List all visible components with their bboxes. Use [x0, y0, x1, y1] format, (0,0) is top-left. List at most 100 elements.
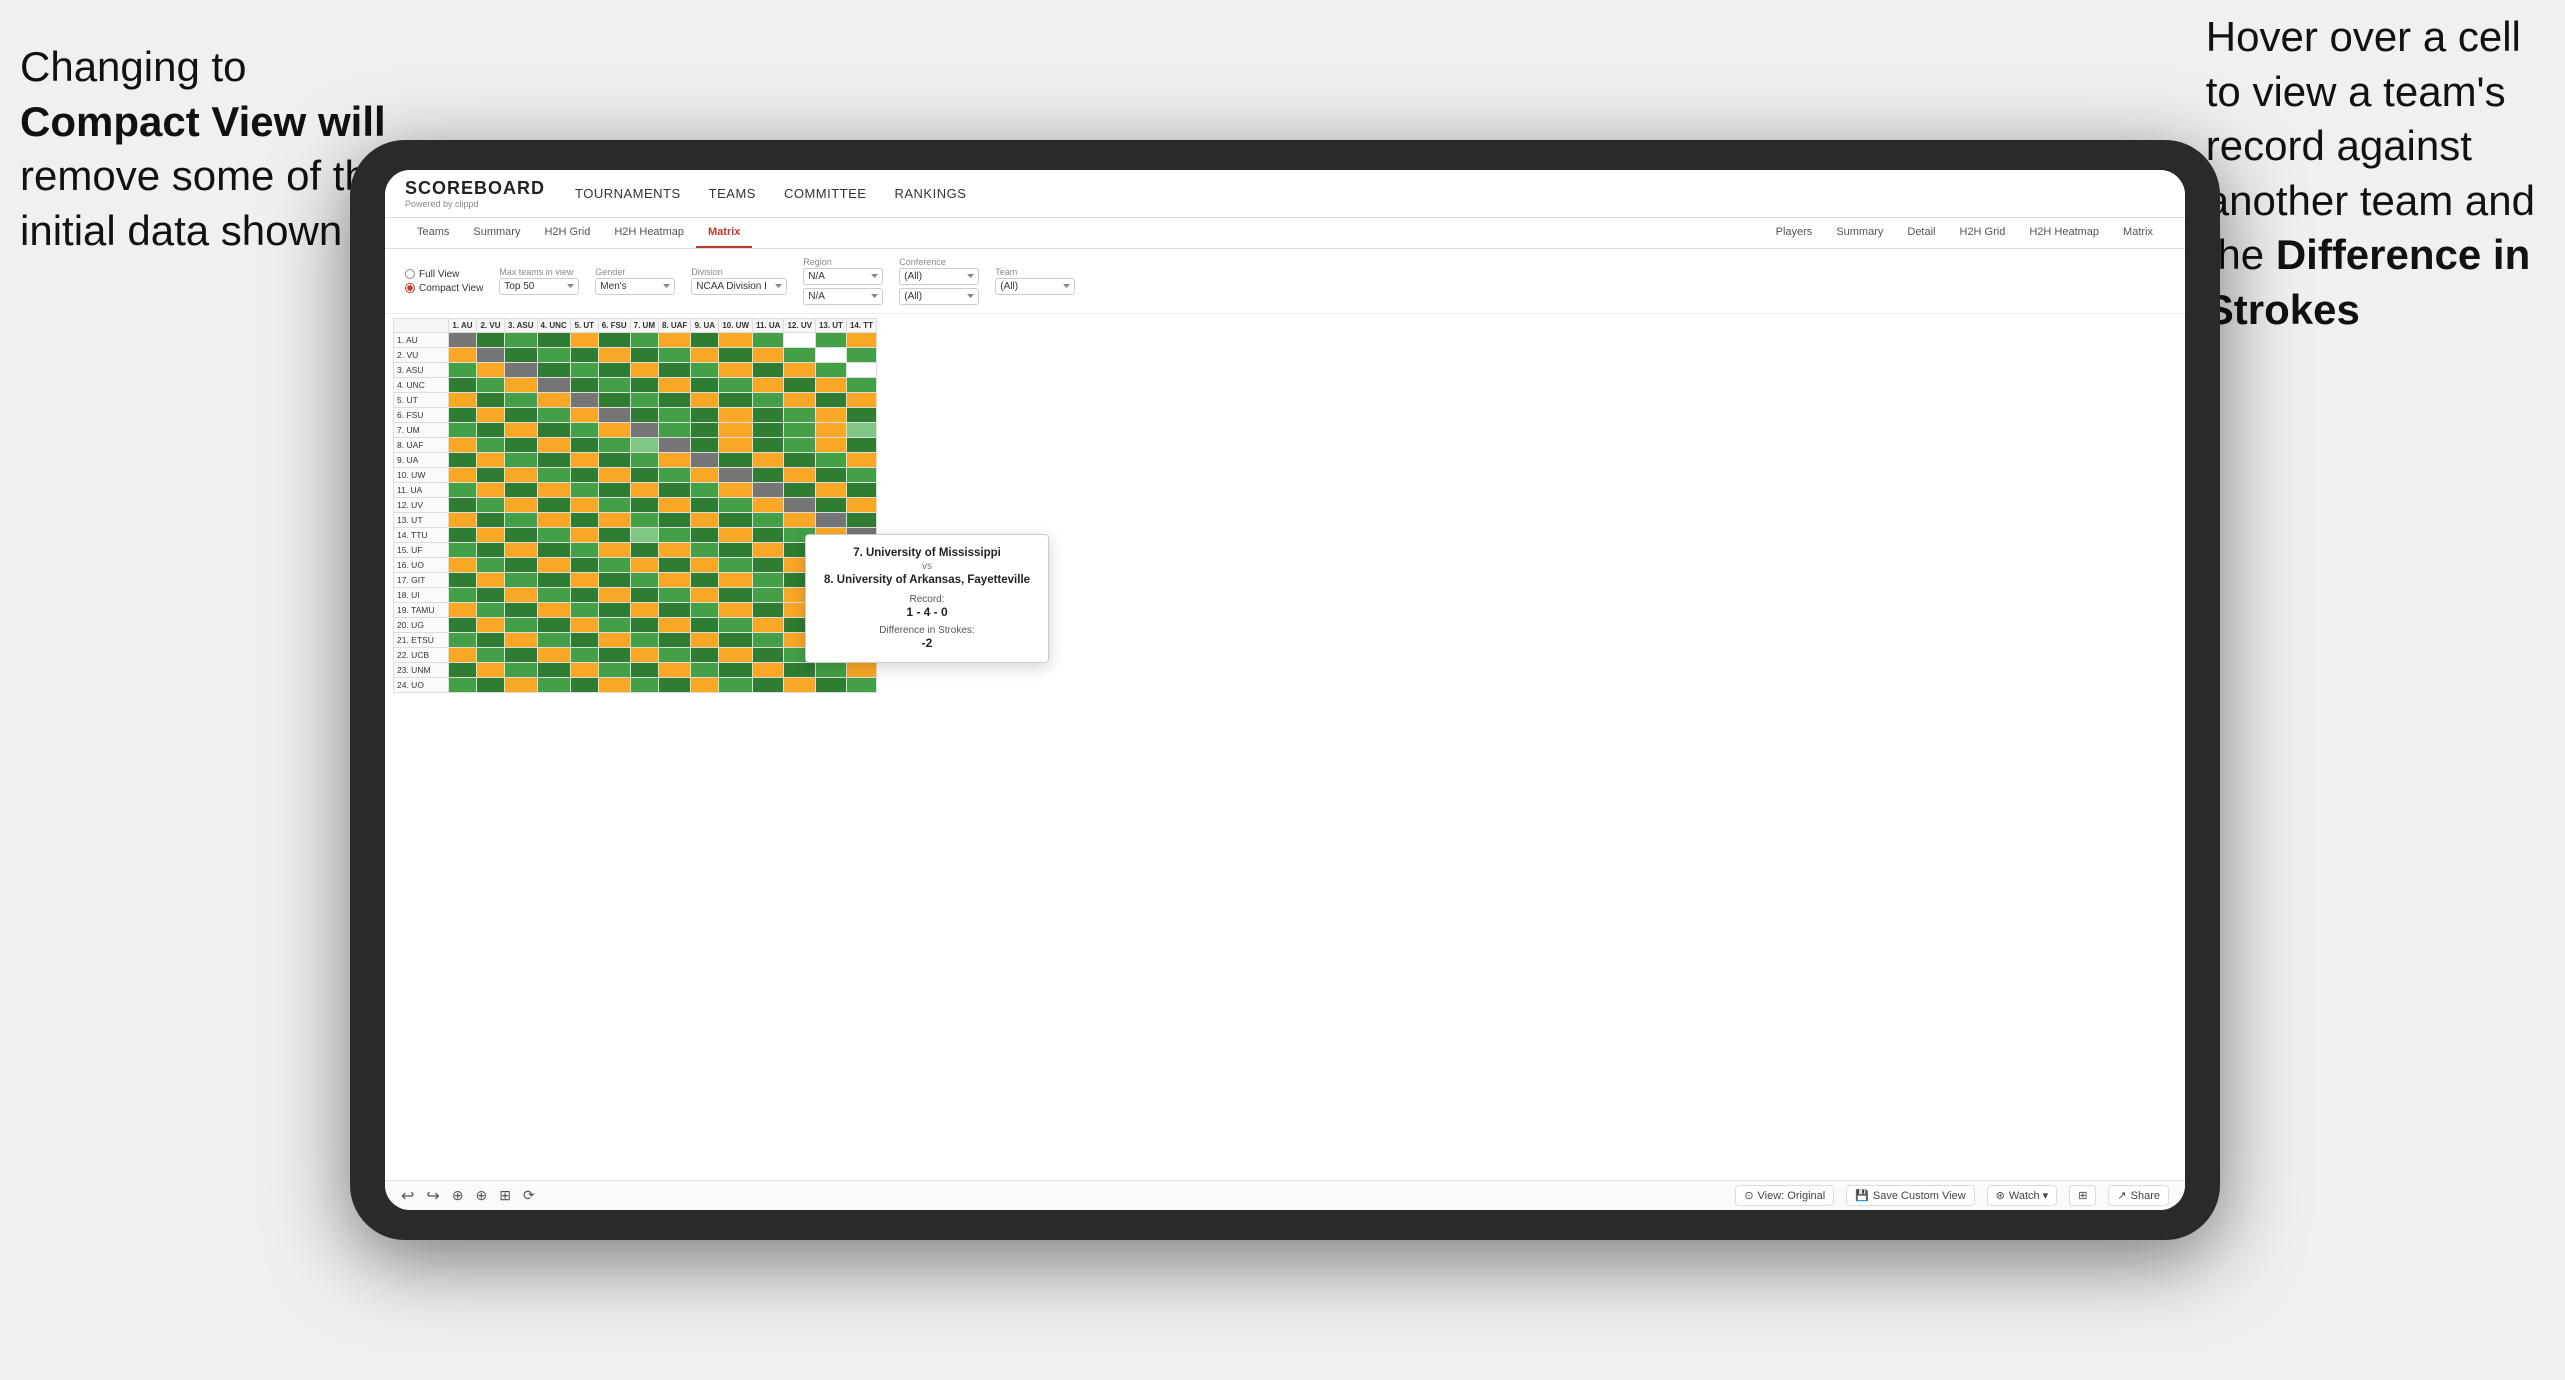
- toolbar-icon-3[interactable]: ⊞: [499, 1187, 511, 1204]
- matrix-cell[interactable]: [691, 363, 719, 378]
- division-select[interactable]: NCAA Division I: [691, 278, 787, 295]
- matrix-cell[interactable]: [691, 543, 719, 558]
- matrix-cell[interactable]: [537, 378, 570, 393]
- matrix-cell[interactable]: [691, 513, 719, 528]
- matrix-cell[interactable]: [784, 348, 815, 363]
- matrix-cell[interactable]: [449, 468, 477, 483]
- matrix-cell[interactable]: [753, 648, 784, 663]
- matrix-cell[interactable]: [719, 438, 753, 453]
- matrix-cell[interactable]: [719, 483, 753, 498]
- matrix-cell[interactable]: [658, 558, 690, 573]
- matrix-cell[interactable]: [537, 333, 570, 348]
- matrix-cell[interactable]: [477, 438, 505, 453]
- matrix-cell[interactable]: [719, 543, 753, 558]
- undo-btn[interactable]: ↩: [401, 1186, 414, 1206]
- matrix-cell[interactable]: [630, 363, 658, 378]
- matrix-cell[interactable]: [477, 678, 505, 693]
- matrix-cell[interactable]: [719, 603, 753, 618]
- matrix-cell[interactable]: [449, 513, 477, 528]
- matrix-cell[interactable]: [719, 468, 753, 483]
- matrix-cell[interactable]: [537, 633, 570, 648]
- matrix-cell[interactable]: [477, 588, 505, 603]
- matrix-cell[interactable]: [658, 483, 690, 498]
- matrix-cell[interactable]: [477, 468, 505, 483]
- matrix-cell[interactable]: [658, 408, 690, 423]
- matrix-cell[interactable]: [815, 438, 846, 453]
- matrix-cell[interactable]: [598, 393, 630, 408]
- team-select[interactable]: (All): [995, 278, 1075, 295]
- matrix-cell[interactable]: [719, 348, 753, 363]
- matrix-cell[interactable]: [815, 363, 846, 378]
- matrix-cell[interactable]: [753, 603, 784, 618]
- matrix-cell[interactable]: [630, 423, 658, 438]
- matrix-cell[interactable]: [598, 528, 630, 543]
- matrix-cell[interactable]: [537, 573, 570, 588]
- matrix-cell[interactable]: [537, 498, 570, 513]
- matrix-cell[interactable]: [846, 498, 876, 513]
- matrix-cell[interactable]: [570, 468, 598, 483]
- matrix-cell[interactable]: [719, 423, 753, 438]
- matrix-cell[interactable]: [691, 378, 719, 393]
- matrix-cell[interactable]: [753, 678, 784, 693]
- matrix-cell[interactable]: [658, 543, 690, 558]
- matrix-cell[interactable]: [598, 453, 630, 468]
- matrix-cell[interactable]: [505, 333, 538, 348]
- matrix-cell[interactable]: [784, 363, 815, 378]
- gender-select[interactable]: Men's: [595, 278, 675, 295]
- matrix-cell[interactable]: [719, 333, 753, 348]
- matrix-cell[interactable]: [815, 453, 846, 468]
- matrix-cell[interactable]: [846, 453, 876, 468]
- matrix-cell[interactable]: [815, 498, 846, 513]
- toolbar-icon-5[interactable]: ⊞: [2069, 1185, 2096, 1206]
- matrix-cell[interactable]: [658, 618, 690, 633]
- matrix-cell[interactable]: [846, 513, 876, 528]
- matrix-cell[interactable]: [598, 333, 630, 348]
- max-teams-select[interactable]: Top 50: [499, 278, 579, 295]
- matrix-cell[interactable]: [598, 348, 630, 363]
- matrix-cell[interactable]: [691, 528, 719, 543]
- matrix-cell[interactable]: [505, 663, 538, 678]
- toolbar-icon-4[interactable]: ⟳: [523, 1187, 535, 1204]
- tab-h2h-heatmap-right[interactable]: H2H Heatmap: [2017, 218, 2111, 248]
- matrix-cell[interactable]: [658, 573, 690, 588]
- matrix-cell[interactable]: [537, 588, 570, 603]
- matrix-cell[interactable]: [658, 498, 690, 513]
- matrix-cell[interactable]: [505, 513, 538, 528]
- matrix-cell[interactable]: [753, 528, 784, 543]
- matrix-cell[interactable]: [449, 498, 477, 513]
- matrix-cell[interactable]: [658, 648, 690, 663]
- share-btn[interactable]: ↗ Share: [2108, 1185, 2169, 1206]
- matrix-cell[interactable]: [570, 573, 598, 588]
- matrix-cell[interactable]: [537, 408, 570, 423]
- matrix-cell[interactable]: [719, 678, 753, 693]
- matrix-cell[interactable]: [570, 513, 598, 528]
- matrix-cell[interactable]: [598, 483, 630, 498]
- matrix-cell[interactable]: [658, 333, 690, 348]
- matrix-cell[interactable]: [477, 483, 505, 498]
- matrix-cell[interactable]: [753, 618, 784, 633]
- matrix-cell[interactable]: [449, 453, 477, 468]
- matrix-cell[interactable]: [505, 588, 538, 603]
- tab-summary-left[interactable]: Summary: [461, 218, 532, 248]
- matrix-cell[interactable]: [691, 603, 719, 618]
- matrix-cell[interactable]: [449, 633, 477, 648]
- matrix-cell[interactable]: [477, 393, 505, 408]
- matrix-cell[interactable]: [598, 633, 630, 648]
- matrix-cell[interactable]: [815, 348, 846, 363]
- matrix-cell[interactable]: [570, 378, 598, 393]
- matrix-cell[interactable]: [815, 513, 846, 528]
- matrix-cell[interactable]: [691, 393, 719, 408]
- matrix-cell[interactable]: [691, 348, 719, 363]
- matrix-cell[interactable]: [505, 528, 538, 543]
- matrix-cell[interactable]: [570, 603, 598, 618]
- tab-matrix-right[interactable]: Matrix: [2111, 218, 2165, 248]
- matrix-cell[interactable]: [598, 438, 630, 453]
- matrix-cell[interactable]: [570, 678, 598, 693]
- matrix-cell[interactable]: [598, 573, 630, 588]
- matrix-cell[interactable]: [477, 663, 505, 678]
- matrix-cell[interactable]: [691, 663, 719, 678]
- matrix-cell[interactable]: [753, 408, 784, 423]
- full-view-radio[interactable]: Full View: [405, 269, 483, 280]
- matrix-cell[interactable]: [449, 423, 477, 438]
- matrix-cell[interactable]: [753, 663, 784, 678]
